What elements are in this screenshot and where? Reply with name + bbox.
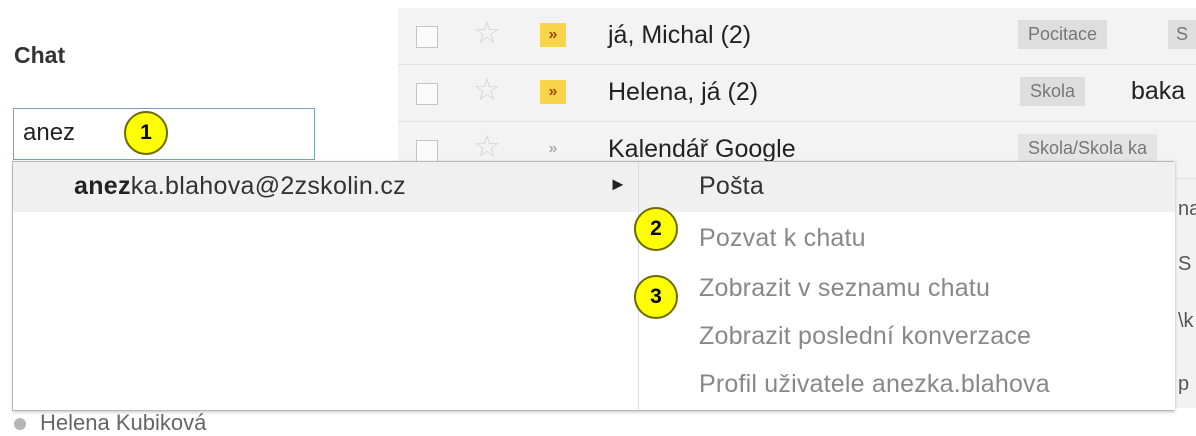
importance-marker-icon[interactable]: » (540, 80, 566, 104)
mail-checkbox[interactable] (416, 140, 438, 162)
star-icon[interactable]: ☆ (473, 74, 501, 105)
menu-item-recent-conversations[interactable]: Zobrazit poslední konverzace (699, 322, 1031, 351)
mail-fragment: \k (1178, 310, 1194, 332)
mail-label[interactable]: Skola/Skola ka (1018, 134, 1158, 163)
autocomplete-popup: anezka.blahova@2zskolin.cz ► Pošta Pozva… (12, 161, 1175, 411)
mail-fragment: na (1178, 198, 1196, 220)
mail-sender: Kalendář Google (608, 135, 796, 163)
suggestion-rest: ka.blahova@2zskolin.cz (130, 172, 406, 200)
suggestion-match: anez (74, 172, 131, 200)
menu-item-user-profile[interactable]: Profil uživatele anezka.blahova (699, 370, 1050, 399)
chat-title: Chat (14, 42, 66, 68)
mail-fragment: S (1178, 253, 1192, 275)
mail-label[interactable]: Pocitace (1018, 20, 1108, 49)
menu-item-mail[interactable]: Pošta (699, 172, 764, 201)
suggestion-email: anezka.blahova@2zskolin.cz (74, 172, 406, 201)
mail-row[interactable]: ☆ » já, Michal (2) Pocitace S (398, 8, 1196, 65)
mail-row[interactable]: ☆ » Helena, já (2) Skola baka (398, 65, 1196, 122)
step-badge: 3 (634, 275, 678, 319)
mail-sender: já, Michal (2) (608, 21, 752, 49)
menu-item-show-in-chat-list[interactable]: Zobrazit v seznamu chatu (699, 274, 990, 303)
mail-subject: baka (1131, 77, 1186, 105)
star-icon[interactable]: ☆ (473, 17, 501, 48)
mail-fragment: p (1178, 373, 1190, 395)
menu-item-invite-chat[interactable]: Pozvat k chatu (699, 224, 866, 253)
chat-search-value: anez (23, 119, 76, 146)
chat-contact[interactable]: Helena Kubiková (14, 410, 206, 436)
mail-checkbox[interactable] (416, 83, 438, 105)
mail-sender: Helena, já (2) (608, 78, 759, 106)
mail-label[interactable]: Skola (1020, 77, 1086, 106)
mail-checkbox[interactable] (416, 26, 438, 48)
step-badge: 1 (124, 111, 168, 155)
importance-marker-icon[interactable]: » (540, 137, 566, 161)
star-icon[interactable]: ☆ (473, 131, 501, 162)
importance-marker-icon[interactable]: » (540, 23, 566, 47)
step-badge: 2 (634, 207, 678, 251)
presence-icon (14, 418, 26, 430)
mail-label[interactable]: S (1168, 20, 1196, 49)
contact-actions-menu: Pošta Pozvat k chatu Zobrazit v seznamu … (638, 162, 1175, 410)
submenu-arrow-icon: ► (609, 174, 627, 194)
